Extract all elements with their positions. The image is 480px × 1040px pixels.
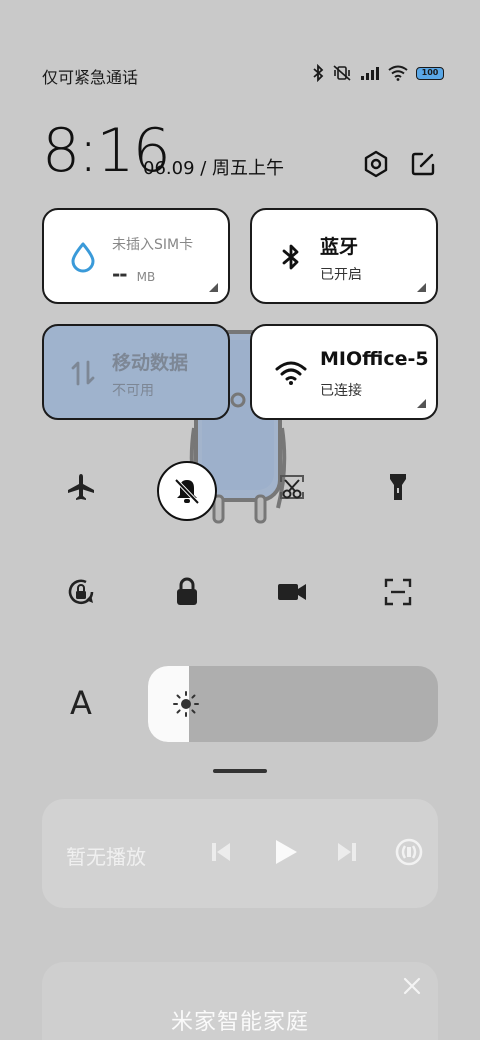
sun-icon — [173, 691, 199, 717]
scanner-toggle[interactable] — [368, 562, 428, 622]
rotation-lock-toggle[interactable] — [51, 562, 111, 622]
lock-icon — [177, 577, 197, 605]
data-usage-value: -- MB — [112, 262, 155, 286]
settings-button[interactable] — [361, 149, 391, 179]
status-icons: 100 — [312, 64, 444, 82]
close-icon[interactable] — [402, 976, 422, 996]
mute-vibrate-icon — [332, 64, 352, 82]
flashlight-toggle[interactable] — [368, 457, 428, 517]
cast-icon[interactable] — [394, 837, 424, 867]
tile-mobile-data-label: 移动数据 — [112, 352, 189, 374]
wifi-icon — [388, 65, 408, 81]
mute-toggle[interactable] — [157, 461, 217, 521]
media-status-label: 暂无播放 — [66, 845, 146, 869]
date[interactable]: 06.09 / 周五上午 — [143, 154, 284, 180]
expand-corner-icon[interactable] — [209, 283, 218, 292]
signal-icon — [360, 65, 380, 81]
smart-home-title: 米家智能家庭 — [170, 1010, 309, 1035]
tile-mobile-data[interactable]: 移动数据 不可用 — [42, 324, 230, 420]
rotation-lock-icon — [68, 579, 94, 605]
scissors-icon — [280, 475, 304, 499]
edit-button[interactable] — [408, 149, 438, 179]
previous-icon[interactable] — [206, 837, 236, 867]
expand-corner-icon[interactable] — [417, 283, 426, 292]
screen-record-toggle[interactable] — [262, 562, 322, 622]
tile-wifi-status: 已连接 — [320, 383, 362, 399]
tile-bluetooth[interactable]: 蓝牙 已开启 — [250, 208, 438, 304]
screenshot-toggle[interactable] — [262, 457, 322, 517]
auto-brightness-button[interactable]: A — [58, 684, 104, 724]
wifi-icon — [275, 361, 307, 385]
data-usage-amount: -- — [112, 262, 128, 286]
airplane-icon — [68, 474, 94, 500]
data-usage-unit: MB — [136, 270, 156, 284]
tile-wifi-label: MIOffice-5 — [320, 348, 428, 370]
edit-icon — [411, 152, 435, 176]
tile-data-usage[interactable]: 未插入SIM卡 -- MB — [42, 208, 230, 304]
battery-icon: 100 — [416, 66, 444, 80]
tile-wifi[interactable]: MIOffice-5 已连接 — [250, 324, 438, 420]
water-drop-icon — [71, 242, 95, 273]
panel-drag-handle[interactable] — [213, 769, 267, 773]
tile-mobile-data-status: 不可用 — [112, 383, 154, 399]
video-camera-icon — [278, 584, 306, 600]
next-icon[interactable] — [332, 837, 362, 867]
lock-screen-toggle[interactable] — [157, 562, 217, 622]
smart-home-card[interactable]: 米家智能家庭 — [42, 962, 438, 1040]
sim-status-label: 未插入SIM卡 — [112, 237, 194, 253]
brightness-slider[interactable] — [148, 666, 438, 742]
carrier-status: 仅可紧急通话 — [42, 68, 139, 87]
flashlight-icon — [390, 474, 406, 500]
expand-corner-icon[interactable] — [417, 399, 426, 408]
data-arrows-icon — [71, 360, 95, 386]
scan-icon — [384, 578, 412, 606]
tile-bluetooth-label: 蓝牙 — [320, 236, 359, 258]
bluetooth-icon — [312, 64, 324, 82]
settings-icon — [364, 150, 388, 178]
tile-bluetooth-status: 已开启 — [320, 267, 362, 283]
play-icon[interactable] — [270, 837, 300, 867]
bell-off-icon — [174, 478, 200, 505]
media-player-card[interactable]: 暂无播放 — [42, 799, 438, 908]
airplane-mode-toggle[interactable] — [51, 457, 111, 517]
bluetooth-icon — [282, 244, 299, 270]
